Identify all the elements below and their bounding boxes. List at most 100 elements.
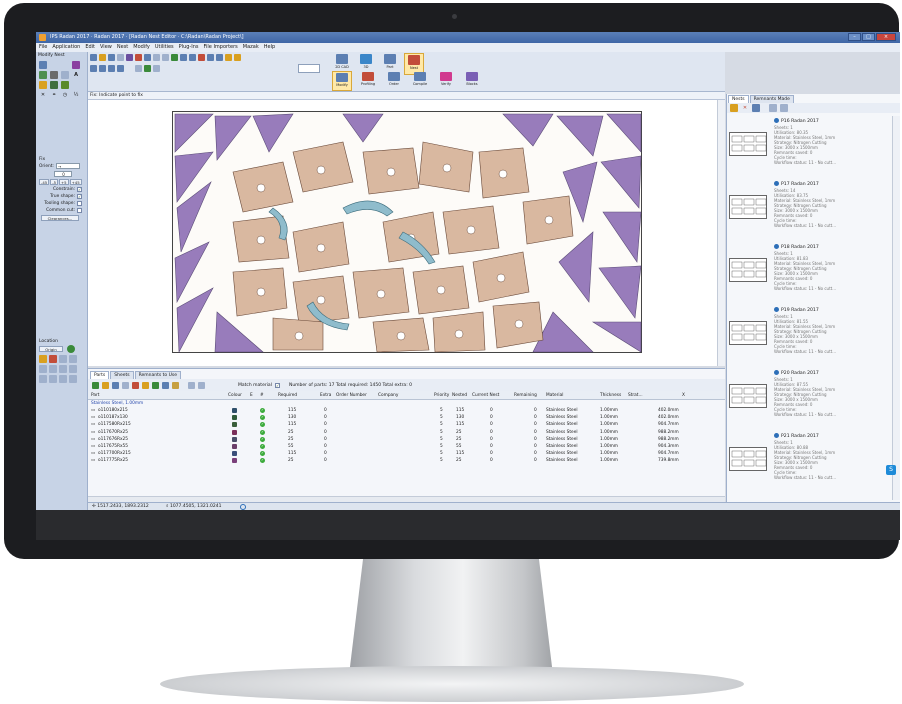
- notification-icon[interactable]: S: [886, 465, 896, 475]
- text-icon[interactable]: A: [72, 71, 80, 79]
- half-icon[interactable]: ½: [72, 91, 80, 99]
- col-material[interactable]: Material: [546, 393, 563, 398]
- clearances-button[interactable]: Clearances...: [41, 215, 79, 221]
- verify-mode-button[interactable]: Verify: [436, 71, 456, 91]
- menu-utilities[interactable]: Utilities: [155, 43, 174, 52]
- columns-icon[interactable]: [188, 381, 195, 389]
- colour-swatch[interactable]: [232, 451, 237, 457]
- nest-view-menu-icon[interactable]: [769, 104, 777, 112]
- fix-icon[interactable]: [39, 81, 47, 89]
- col-nested[interactable]: Nested: [452, 393, 467, 398]
- col-hash[interactable]: #: [260, 393, 264, 398]
- open-part-icon[interactable]: [102, 381, 109, 389]
- delete-part-icon[interactable]: [132, 381, 139, 389]
- array-icon[interactable]: [61, 81, 69, 89]
- layer-icon[interactable]: [207, 54, 214, 61]
- warning-icon[interactable]: [198, 54, 205, 61]
- nest-thumbnail[interactable]: [729, 195, 767, 219]
- report-icon[interactable]: [172, 381, 179, 389]
- pattern-icon[interactable]: [69, 355, 77, 363]
- table-row[interactable]: ▭ o110187x130 130 0 5 130 0 0 Stainless Steel 1.0…: [88, 414, 725, 421]
- copy-icon[interactable]: [144, 54, 151, 61]
- select-icon[interactable]: [39, 61, 47, 69]
- sheet-icon[interactable]: [135, 65, 142, 72]
- delete-icon[interactable]: ✕: [39, 91, 47, 99]
- col-strategy[interactable]: Strat...: [628, 393, 643, 398]
- colour-swatch[interactable]: [232, 436, 237, 442]
- common-cut-checkbox[interactable]: [77, 208, 82, 213]
- angle-icon[interactable]: [39, 375, 47, 383]
- table-row[interactable]: ▭ o117775Rx25 25 0 5 25 0 0 Stainless Steel 1.00m…: [88, 457, 725, 464]
- modify-mode-button[interactable]: Modify: [332, 71, 352, 91]
- mirror-icon[interactable]: [50, 71, 58, 79]
- orient-select[interactable]: →: [55, 163, 80, 169]
- next-icon[interactable]: [108, 65, 115, 72]
- table-row[interactable]: ▭ o117675Rx55 55 0 5 55 0 0 Stainless Steel 1.00m…: [88, 443, 725, 450]
- copy-part-icon[interactable]: [122, 381, 129, 389]
- compile-mode-button[interactable]: Compile: [410, 71, 430, 91]
- angle2-icon[interactable]: [49, 375, 57, 383]
- cut-icon[interactable]: [135, 54, 142, 61]
- menu-help[interactable]: Help: [264, 43, 275, 52]
- prev-icon[interactable]: [99, 65, 106, 72]
- menu-modify[interactable]: Modify: [133, 43, 150, 52]
- nest-thumbnail[interactable]: [729, 132, 767, 156]
- blocks-mode-button[interactable]: Blocks: [462, 71, 482, 91]
- colour-swatch[interactable]: [232, 415, 237, 421]
- menu-file-importers[interactable]: File Importers: [203, 43, 237, 52]
- vline-icon[interactable]: [49, 365, 57, 373]
- nest-thumbnail[interactable]: [729, 384, 767, 408]
- bracket-icon[interactable]: [59, 365, 67, 373]
- folder-icon[interactable]: [142, 381, 149, 389]
- hline-icon[interactable]: [39, 365, 47, 373]
- nest-card[interactable]: P19 Radan 2017 Sheets: 1 Utilisation: 81.5…: [729, 307, 889, 367]
- nest-card[interactable]: P16 Radan 2017 Sheets: 1 Utilisation: 80.3…: [729, 118, 889, 178]
- nests-scrollbar[interactable]: [892, 116, 900, 500]
- col-order-number[interactable]: Order Number: [336, 393, 367, 398]
- menu-edit[interactable]: Edit: [85, 43, 95, 52]
- tooling-shape-checkbox[interactable]: [77, 201, 82, 206]
- nest-view-icon[interactable]: [144, 65, 151, 72]
- edit-part-icon[interactable]: [112, 381, 119, 389]
- true-shape-checkbox[interactable]: ✓: [77, 194, 82, 199]
- tab-nests[interactable]: Nests: [728, 95, 749, 103]
- help-icon[interactable]: [234, 54, 241, 61]
- hatch-icon[interactable]: [49, 355, 57, 363]
- nest-card[interactable]: P18 Radan 2017 Sheets: 1 Utilisation: 81.8…: [729, 244, 889, 304]
- undo-icon[interactable]: [153, 54, 160, 61]
- view-toggle[interactable]: [298, 64, 320, 73]
- link-icon[interactable]: ⚭: [50, 91, 58, 99]
- menu-file[interactable]: File: [39, 43, 47, 52]
- save-icon[interactable]: [108, 54, 115, 61]
- align-icon[interactable]: [61, 71, 69, 79]
- col-colour[interactable]: Colour: [228, 393, 242, 398]
- table-row[interactable]: ▭ o117676Rx25 25 0 5 25 0 0 Stainless Steel 1.00m…: [88, 436, 725, 443]
- settings-icon[interactable]: [225, 54, 232, 61]
- redo-icon[interactable]: [162, 54, 169, 61]
- view-options-icon[interactable]: [198, 381, 205, 389]
- nest-card[interactable]: P17 Radan 2017 Sheets: 14 Utilisation: 83.…: [729, 181, 889, 241]
- sheet-list-icon[interactable]: [153, 65, 160, 72]
- corner-icon[interactable]: [39, 355, 47, 363]
- first-icon[interactable]: [90, 65, 97, 72]
- nest-thumbnail[interactable]: [729, 447, 767, 471]
- menu-application[interactable]: Application: [52, 43, 80, 52]
- angle-minus-5-button[interactable]: -5: [50, 179, 58, 185]
- material-group-row[interactable]: Stainless Steel, 1.00mm: [88, 400, 725, 407]
- table-icon[interactable]: [162, 381, 169, 389]
- menu-plugins[interactable]: Plug-Ins: [179, 43, 199, 52]
- draw-icon[interactable]: [126, 54, 133, 61]
- col-current-nest[interactable]: Current Nest: [472, 393, 499, 398]
- colour-swatch[interactable]: [232, 422, 237, 428]
- angle-minus-45-button[interactable]: -45: [39, 179, 50, 185]
- add-part-icon[interactable]: [92, 381, 99, 389]
- colour-swatch[interactable]: [232, 443, 237, 449]
- col-required[interactable]: Required: [278, 393, 297, 398]
- table-row[interactable]: ▭ o117580Rx215 115 0 5 115 0 0 Stainless Steel 1.…: [88, 421, 725, 428]
- rotate-icon[interactable]: [39, 71, 47, 79]
- canvas-vertical-scrollbar[interactable]: [717, 100, 725, 366]
- tab-remnants-made[interactable]: Remnants Made: [749, 95, 794, 103]
- close-button[interactable]: ×: [876, 33, 896, 41]
- order-mode-button[interactable]: Order: [384, 71, 404, 91]
- match-material-checkbox[interactable]: ✓: [274, 382, 280, 388]
